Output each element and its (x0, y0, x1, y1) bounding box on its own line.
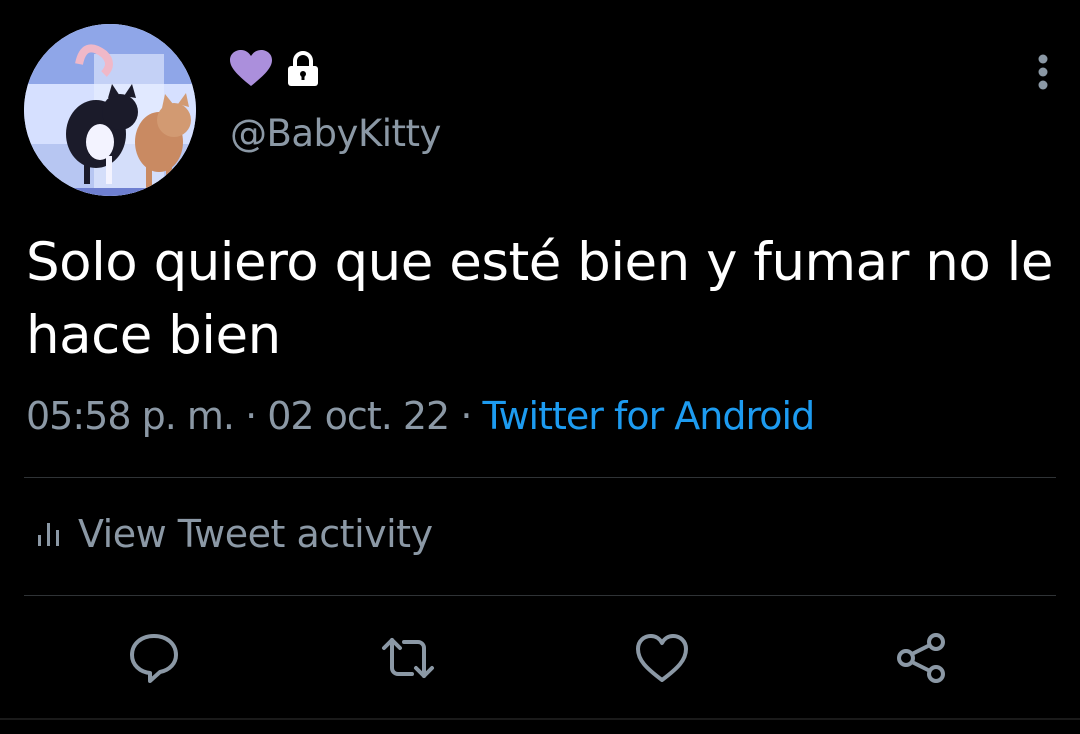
display-name-row[interactable] (230, 50, 320, 88)
bottom-border (0, 718, 1080, 720)
meta-separator: · (460, 394, 472, 438)
retweet-icon[interactable] (380, 630, 436, 686)
tweet-time: 05:58 p. m. (26, 394, 235, 438)
meta-separator: · (245, 394, 257, 438)
lock-icon (288, 51, 318, 86)
avatar[interactable] (24, 24, 196, 196)
tweet-source-link[interactable]: Twitter for Android (483, 394, 816, 438)
share-icon[interactable] (894, 630, 950, 686)
heart-icon[interactable] (634, 630, 690, 686)
avatar-image (24, 24, 196, 196)
tweet-actions-bar (0, 630, 1080, 686)
divider (24, 477, 1056, 478)
more-options-icon[interactable] (1036, 54, 1050, 90)
bar-chart-icon (38, 523, 59, 546)
reply-icon[interactable] (126, 630, 182, 686)
view-tweet-activity-label: View Tweet activity (78, 512, 433, 556)
tweet-text: Solo quiero que esté bien y fumar no le … (26, 232, 1054, 366)
view-tweet-activity-button[interactable]: View Tweet activity (36, 512, 433, 556)
tweet-meta: 05:58 p. m. · 02 oct. 22 · Twitter for A… (26, 394, 816, 438)
divider (24, 595, 1056, 596)
user-handle[interactable]: @BabyKitty (230, 112, 441, 155)
purple-heart-icon (230, 50, 272, 86)
tweet-date: 02 oct. 22 (267, 394, 450, 438)
